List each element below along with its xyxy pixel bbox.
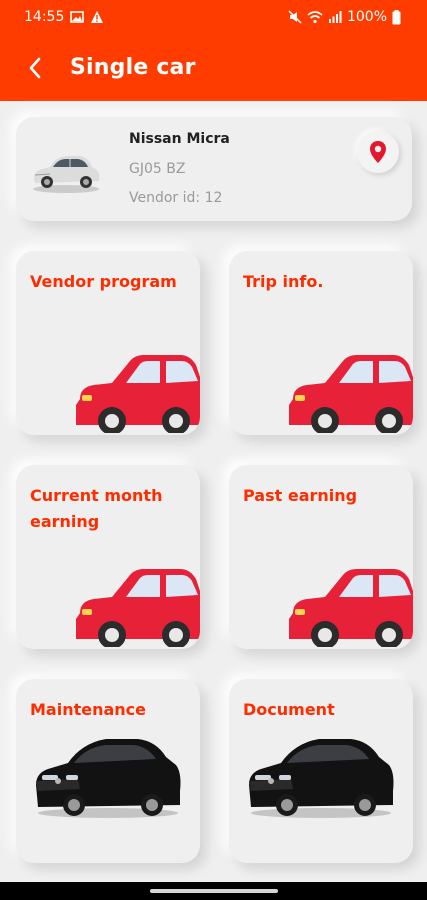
red-car-icon — [289, 569, 413, 647]
back-button[interactable] — [0, 34, 70, 101]
battery-icon — [392, 9, 401, 24]
signal-icon — [328, 11, 342, 23]
app-bar: Single car — [0, 34, 427, 101]
status-time: 14:55 — [24, 9, 65, 25]
image-notification-icon — [70, 11, 85, 23]
mute-icon — [288, 10, 302, 24]
vehicle-name: Nissan Micra — [129, 131, 230, 147]
tile-label: Trip info. — [243, 272, 324, 291]
map-pin-icon — [370, 141, 386, 163]
red-car-icon — [76, 569, 200, 647]
status-bar: 14:55 100% — [0, 0, 427, 34]
tile-document[interactable]: Document — [229, 679, 413, 863]
tile-trip-info[interactable]: Trip info. — [229, 251, 413, 435]
tile-label: Past earning — [243, 486, 358, 505]
black-sedan-icon — [249, 739, 394, 818]
home-gesture-handle[interactable] — [149, 889, 278, 893]
tile-past-earning[interactable]: Past earning — [229, 465, 413, 649]
tile-label: Document — [243, 700, 335, 719]
battery-percent: 100% — [346, 9, 387, 25]
vehicle-plate: GJ05 BZ — [129, 161, 186, 177]
warning-icon — [91, 11, 104, 23]
tile-maintenance[interactable]: Maintenance — [16, 679, 200, 863]
system-nav-bar — [0, 882, 427, 900]
tile-label: Vendor program — [30, 272, 177, 291]
black-sedan-icon — [36, 739, 181, 818]
vehicle-photo — [33, 156, 100, 193]
wifi-icon — [307, 11, 323, 24]
tile-label: Current month earning — [30, 486, 163, 531]
tile-label: Maintenance — [30, 700, 147, 719]
red-car-icon — [289, 355, 413, 433]
vendor-id: Vendor id: 12 — [129, 190, 223, 206]
page-title: Single car — [70, 55, 196, 80]
location-button[interactable] — [357, 131, 399, 173]
red-car-icon — [76, 355, 200, 433]
back-arrow-icon — [29, 57, 41, 78]
tile-current-month-earning[interactable]: Current month earning — [16, 465, 200, 649]
tile-vendor-program[interactable]: Vendor program — [16, 251, 200, 435]
